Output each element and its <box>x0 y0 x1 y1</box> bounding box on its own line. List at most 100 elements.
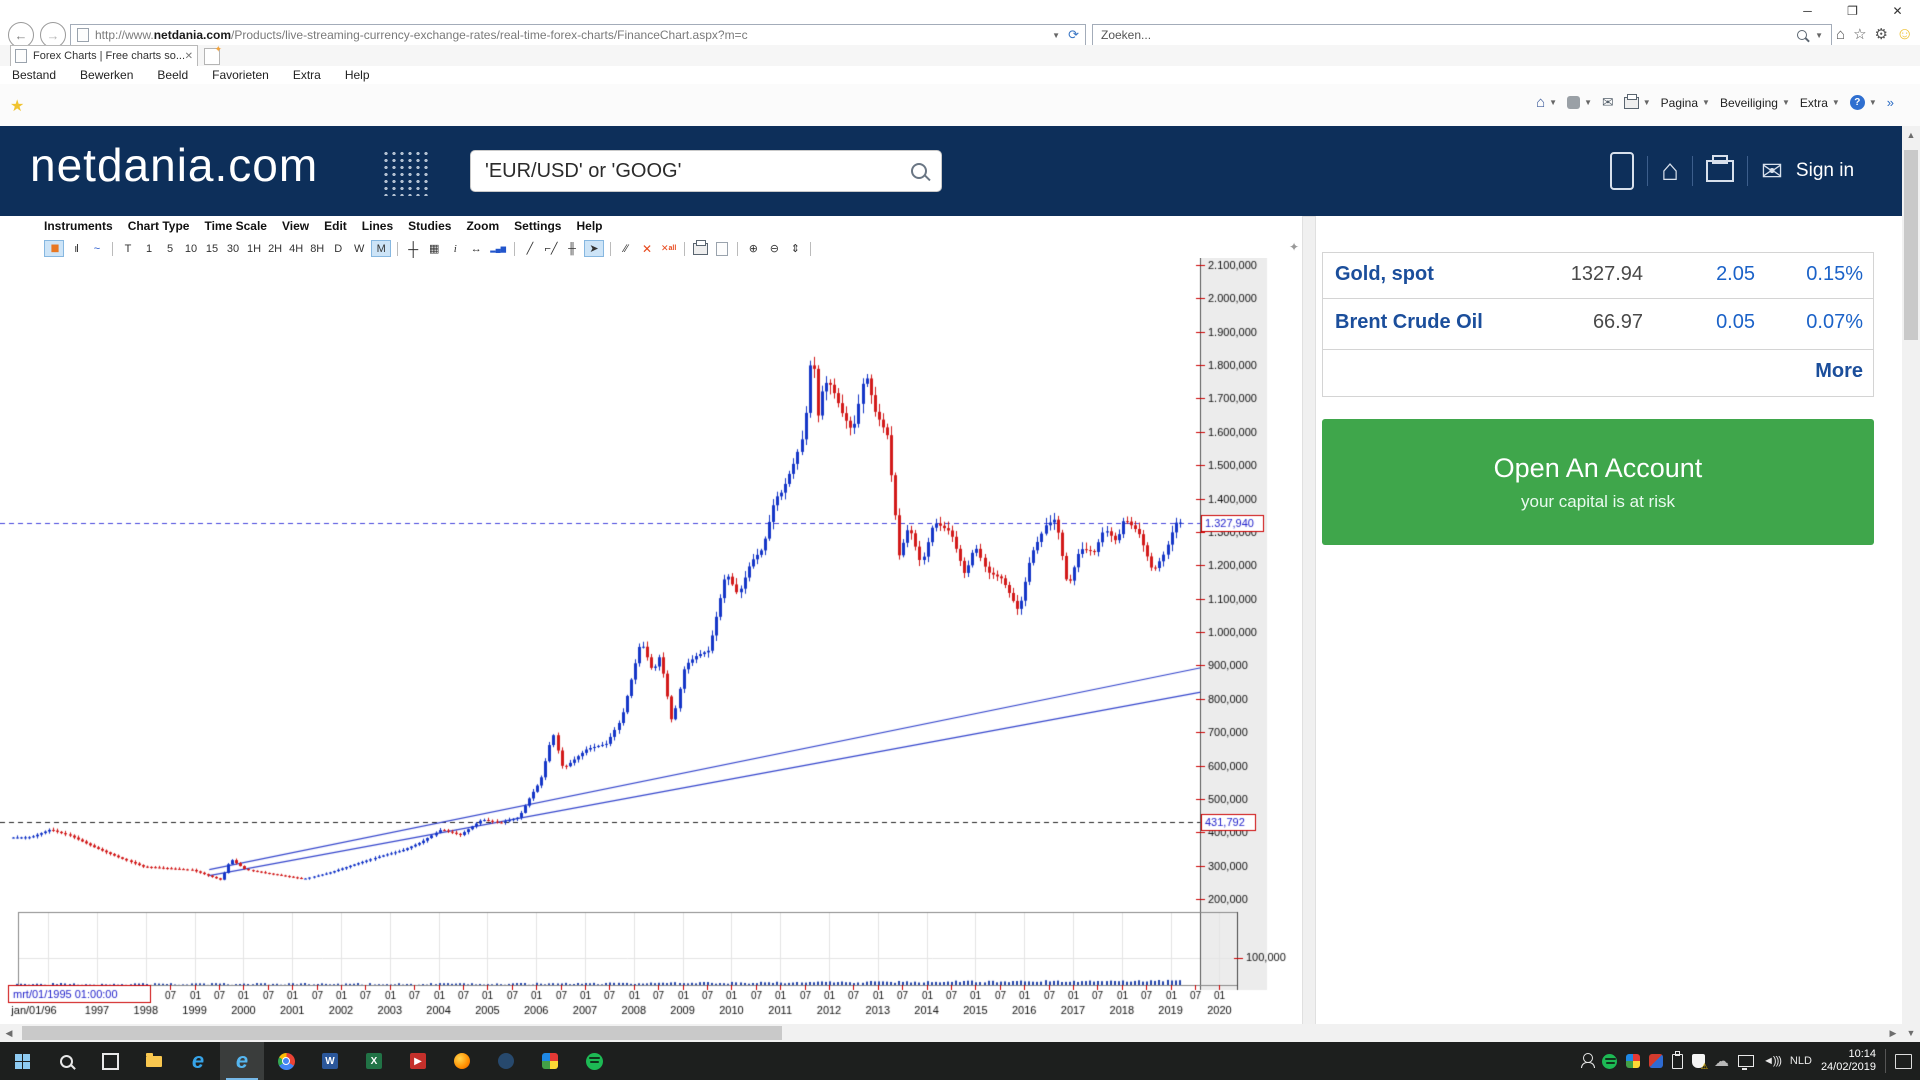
read-mail-command[interactable]: ✉ <box>1602 94 1614 111</box>
site-logo[interactable]: netdania.com <box>30 138 318 192</box>
chart-menu-settings[interactable]: Settings <box>514 219 561 233</box>
chart-print-icon[interactable] <box>691 241 710 256</box>
instrument-search-icon[interactable] <box>911 163 927 179</box>
pin-panel-icon[interactable]: ✦ <box>1289 240 1299 254</box>
internet-explorer-button[interactable]: e <box>220 1042 264 1080</box>
horizontal-scale-icon[interactable]: ↔ <box>467 241 485 256</box>
network-tray-icon[interactable] <box>1738 1055 1754 1067</box>
vertical-scroll-thumb[interactable] <box>1904 150 1918 340</box>
chart-menu-edit[interactable]: Edit <box>324 219 347 233</box>
language-indicator[interactable]: NLD <box>1790 1055 1812 1067</box>
onedrive-cloud-icon[interactable]: ☁ <box>1714 1052 1729 1070</box>
print-command[interactable]: ▼ <box>1624 97 1651 109</box>
spotify-tray-icon[interactable] <box>1602 1054 1617 1069</box>
timeframe-d[interactable]: D <box>329 241 347 256</box>
timeframe-w[interactable]: W <box>350 241 368 256</box>
timeframe-15[interactable]: 15 <box>203 241 221 256</box>
antivirus-tray-icon[interactable] <box>1626 1054 1640 1068</box>
applet-scroll-strip[interactable] <box>1302 216 1316 1026</box>
word-button[interactable]: W <box>308 1042 352 1080</box>
clock[interactable]: 10:14 24/02/2019 <box>1821 1048 1876 1074</box>
search-box[interactable]: Zoeken... ▼ <box>1092 24 1832 46</box>
watchlist-row-gold[interactable]: Gold, spot 1327.94 2.05 0.15% <box>1323 253 1873 299</box>
fit-vertical-icon[interactable]: ⇕ <box>786 241 804 256</box>
chart-menu-chart-type[interactable]: Chart Type <box>128 219 190 233</box>
scroll-left-icon[interactable]: ◀ <box>0 1024 18 1042</box>
edge-button[interactable]: e <box>176 1042 220 1080</box>
horizontal-scrollbar[interactable]: ◀ ▶ <box>0 1024 1902 1042</box>
scroll-up-icon[interactable]: ▲ <box>1902 126 1920 144</box>
scroll-right-icon[interactable]: ▶ <box>1884 1024 1902 1042</box>
favorites-star-icon[interactable]: ☆ <box>1853 25 1866 43</box>
beveiliging-command[interactable]: Beveiliging▼ <box>1720 96 1790 110</box>
trendline-icon[interactable]: ╱ <box>521 241 539 256</box>
chart-menu-studies[interactable]: Studies <box>408 219 451 233</box>
address-bar[interactable]: http://www.netdania.com/Products/live-st… <box>70 24 1086 46</box>
timeframe-8h[interactable]: 8H <box>308 241 326 256</box>
watchlist-row-brent[interactable]: Brent Crude Oil 66.97 0.05 0.07% <box>1323 299 1873 350</box>
chart-menu-zoom[interactable]: Zoom <box>466 219 499 233</box>
timeframe-1h[interactable]: 1H <box>245 241 263 256</box>
refresh-icon[interactable]: ⟳ <box>1068 27 1079 43</box>
notification-center-button[interactable] <box>1895 1054 1912 1069</box>
minimize-button[interactable]: ─ <box>1785 0 1830 22</box>
chart-menu-view[interactable]: View <box>282 219 309 233</box>
file-explorer-button[interactable] <box>132 1042 176 1080</box>
more-link[interactable]: More <box>1815 360 1863 383</box>
delete-line-icon[interactable]: ✕ <box>638 241 656 256</box>
restore-button[interactable]: ❐ <box>1830 0 1875 22</box>
info-icon[interactable]: i <box>446 241 464 256</box>
home-command[interactable]: ⌂▼ <box>1536 94 1557 111</box>
timeframe-5[interactable]: 5 <box>161 241 179 256</box>
people-tray-icon[interactable] <box>1583 1059 1593 1063</box>
search-dropdown-icon[interactable]: ▼ <box>1815 31 1823 40</box>
candlestick-chart-icon[interactable]: ▮▮ <box>44 240 64 257</box>
line-chart-icon[interactable]: ~ <box>88 241 106 256</box>
timeframe-tick[interactable]: T <box>119 241 137 256</box>
tab-forex-charts[interactable]: Forex Charts | Free charts so... ✕ <box>10 45 198 66</box>
help-command[interactable]: ?▼ <box>1850 95 1877 110</box>
horizontal-scroll-thumb[interactable] <box>22 1026 782 1040</box>
pointer-icon[interactable]: ➤ <box>584 240 604 257</box>
home-icon[interactable]: ⌂ <box>1836 26 1845 43</box>
pagina-command[interactable]: Pagina▼ <box>1661 96 1710 110</box>
menu-beeld[interactable]: Beeld <box>157 68 188 82</box>
grid-icon[interactable]: ▦ <box>425 241 443 256</box>
timeframe-4h[interactable]: 4H <box>287 241 305 256</box>
instrument-name[interactable]: Gold, spot <box>1335 263 1434 286</box>
vertical-scrollbar[interactable]: ▲ ▼ <box>1902 126 1920 1042</box>
menu-bestand[interactable]: Bestand <box>12 68 56 82</box>
mobile-icon[interactable] <box>1610 152 1634 190</box>
site-mail-icon[interactable]: ✉ <box>1761 156 1783 187</box>
parallel-lines-icon[interactable]: ∕∕ <box>617 241 635 256</box>
menu-favorieten[interactable]: Favorieten <box>212 68 269 82</box>
zoom-in-icon[interactable]: ⊕ <box>744 241 762 256</box>
cleaner-tray-icon[interactable] <box>1649 1054 1663 1068</box>
app-color-button[interactable] <box>528 1042 572 1080</box>
extra-command[interactable]: Extra▼ <box>1800 96 1840 110</box>
search-icon[interactable] <box>1797 30 1807 40</box>
sign-in-link[interactable]: Sign in <box>1796 160 1854 182</box>
feeds-command[interactable]: ▼ <box>1567 96 1592 109</box>
menu-bewerken[interactable]: Bewerken <box>80 68 133 82</box>
timeframe-m[interactable]: M <box>371 240 391 257</box>
settings-gear-icon[interactable]: ⚙ <box>1875 25 1888 43</box>
security-shield-tray-icon[interactable] <box>1692 1054 1705 1068</box>
firefox-button[interactable] <box>440 1042 484 1080</box>
address-dropdown-icon[interactable]: ▼ <box>1052 31 1060 40</box>
volume-icon[interactable]: ▂▄▆ <box>488 241 508 256</box>
task-view-button[interactable] <box>88 1042 132 1080</box>
app-red-button[interactable]: ▶ <box>396 1042 440 1080</box>
menu-extra[interactable]: Extra <box>293 68 321 82</box>
start-button[interactable] <box>0 1042 44 1080</box>
new-tab-button[interactable]: ✦ <box>204 48 220 65</box>
taskbar-search-button[interactable] <box>44 1042 88 1080</box>
menu-help[interactable]: Help <box>345 68 370 82</box>
timeframe-10[interactable]: 10 <box>182 241 200 256</box>
chart-menu-help[interactable]: Help <box>576 219 602 233</box>
feedback-smiley-icon[interactable]: ☺ <box>1896 24 1913 44</box>
chart-menu-instruments[interactable]: Instruments <box>44 219 113 233</box>
print-preview-icon[interactable] <box>713 241 731 256</box>
instrument-search-box[interactable]: 'EUR/USD' or 'GOOG' <box>470 150 942 192</box>
timeframe-30[interactable]: 30 <box>224 241 242 256</box>
